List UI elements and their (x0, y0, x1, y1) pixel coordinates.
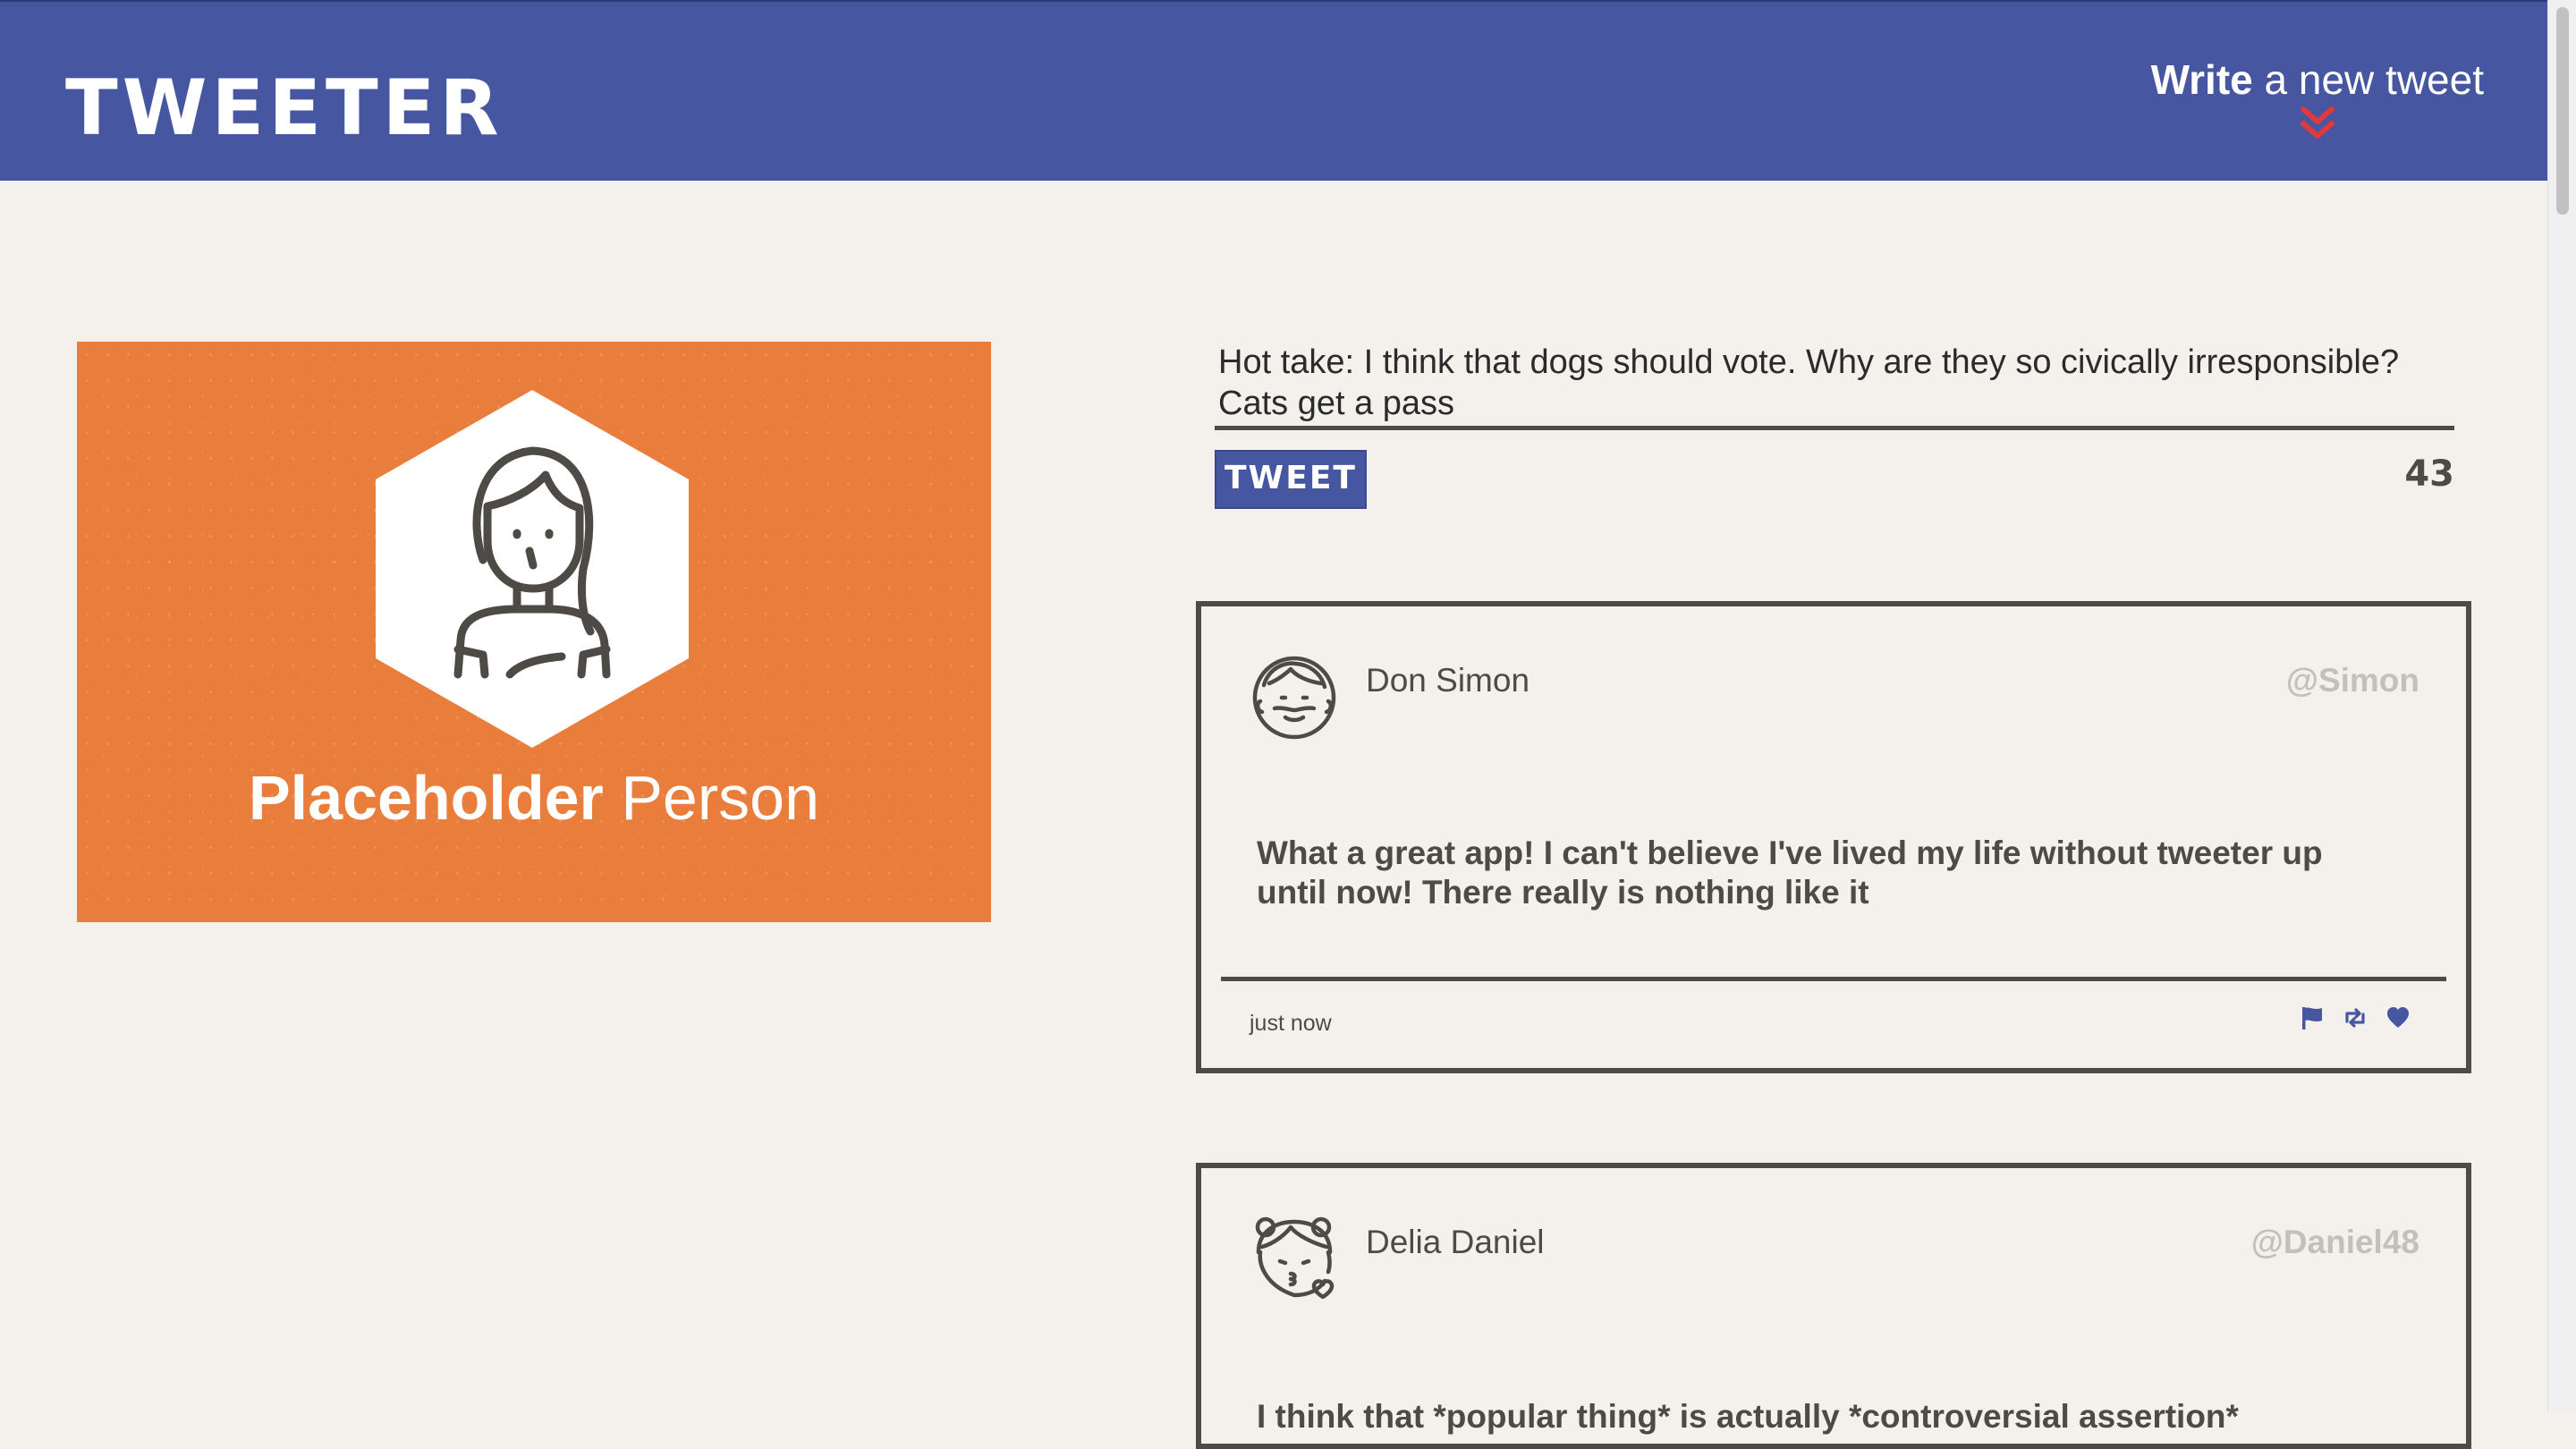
brand-logo: TWEETER (65, 64, 504, 153)
compose-actions: TWEET 43 (1215, 450, 2454, 521)
profile-card: Placeholder Person (77, 342, 991, 922)
retweet-icon[interactable] (2343, 1005, 2368, 1030)
tweet-author-handle: @Daniel48 (2250, 1224, 2419, 1260)
tweet-body: I think that *popular thing* is actually… (1257, 1398, 2239, 1435)
tweet-textarea[interactable]: Hot take: I think that dogs should vote.… (1215, 342, 2454, 430)
write-new-tweet-label: Write a new tweet (2151, 59, 2484, 100)
double-chevron-down-icon[interactable] (2296, 106, 2339, 141)
man-avatar-icon (1252, 656, 1336, 740)
heart-icon[interactable] (2385, 1005, 2411, 1030)
tweet-card: Don Simon @Simon What a great app! I can… (1196, 601, 2471, 1073)
write-label-rest: a new tweet (2252, 56, 2485, 103)
tweet-author-name: Don Simon (1366, 662, 1530, 699)
scrollbar-thumb[interactable] (2556, 7, 2569, 215)
tweet-card: Delia Daniel @Daniel48 I think that *pop… (1196, 1163, 2471, 1449)
profile-last-name: Person (603, 763, 820, 833)
tweet-divider (1221, 977, 2446, 981)
tweet-button[interactable]: TWEET (1215, 450, 1367, 509)
flag-icon[interactable] (2300, 1005, 2325, 1030)
profile-name: Placeholder Person (77, 762, 991, 834)
compose-form: Hot take: I think that dogs should vote.… (1215, 342, 2454, 521)
page-scrollbar[interactable] (2547, 0, 2576, 1413)
tweet-author-handle: @Simon (2285, 662, 2419, 699)
tweet-timestamp: just now (1250, 1011, 1332, 1036)
woman-avatar-icon (376, 390, 689, 748)
character-counter: 43 (2404, 453, 2454, 495)
profile-first-name: Placeholder (248, 763, 604, 833)
tweet-actions (2300, 1005, 2411, 1030)
write-new-tweet-toggle[interactable]: Write a new tweet (2151, 59, 2484, 141)
top-nav: TWEETER Write a new tweet (0, 0, 2548, 181)
girl-avatar-icon (1255, 1216, 1335, 1300)
tweet-body: What a great app! I can't believe I've l… (1257, 835, 2323, 911)
write-label-strong: Write (2150, 56, 2253, 103)
tweet-author-name: Delia Daniel (1366, 1224, 1545, 1260)
